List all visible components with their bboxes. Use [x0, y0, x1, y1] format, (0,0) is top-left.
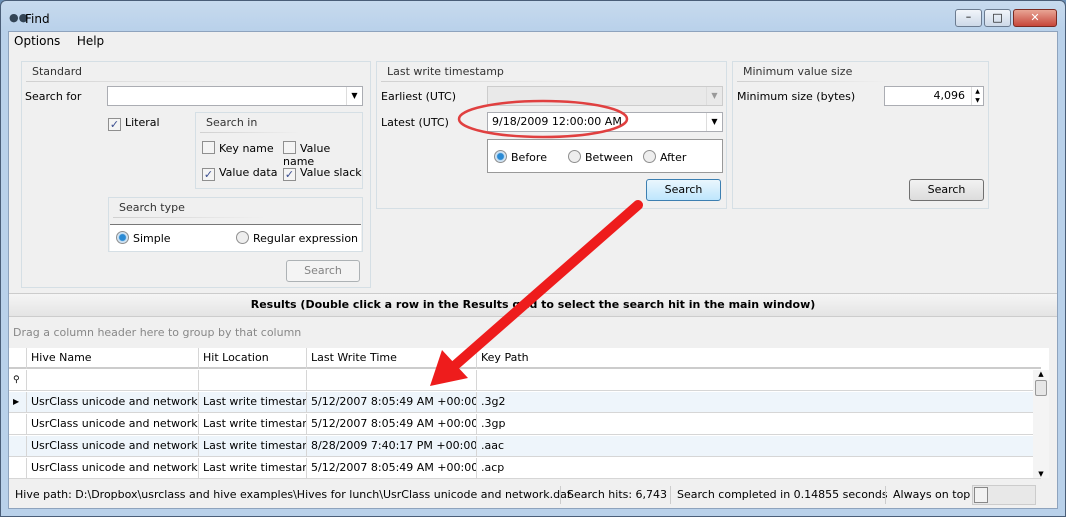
red-arrow-shaft — [447, 200, 643, 373]
annotation-overlay — [430, 99, 643, 386]
highlight-ellipse — [457, 99, 629, 139]
